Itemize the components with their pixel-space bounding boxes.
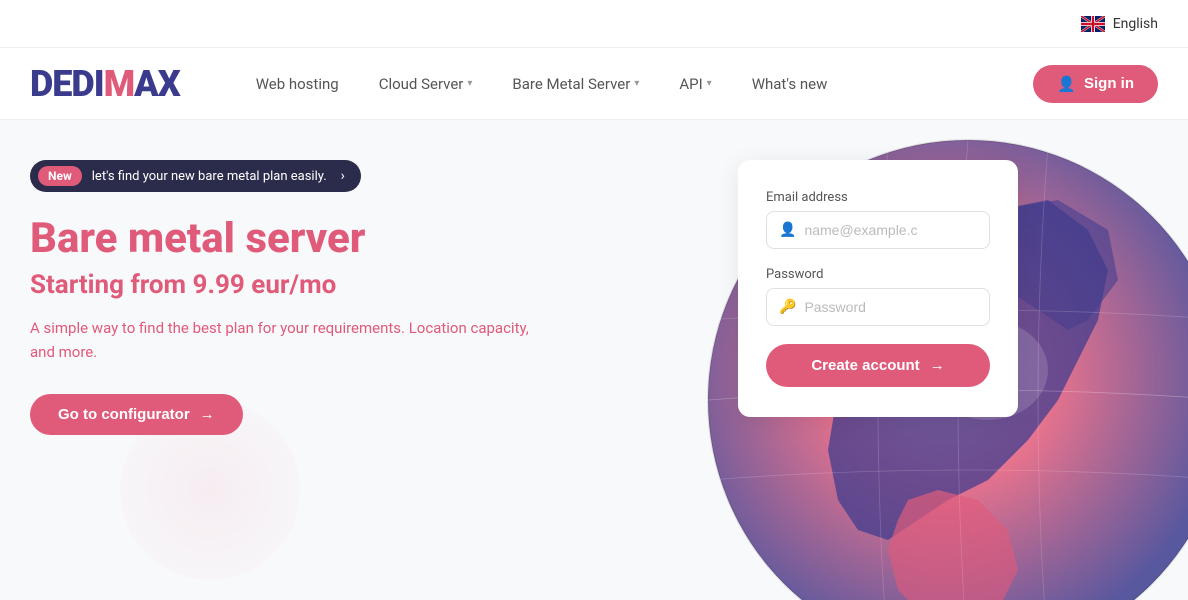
language-selector[interactable]: English — [1081, 16, 1158, 32]
new-badge-bar[interactable]: New let's find your new bare metal plan … — [30, 160, 361, 192]
create-account-label: Create account — [811, 357, 919, 374]
logo[interactable]: DEDIMAX — [30, 63, 180, 105]
hero-desc: A simple way to find the best plan for y… — [30, 316, 530, 364]
password-form-group: Password 🔑 — [766, 267, 990, 326]
logo-m: M — [104, 63, 135, 105]
nav-item-whats-new[interactable]: What's new — [736, 67, 844, 101]
person-icon: 👤 — [779, 222, 796, 238]
hero-title: Bare metal server — [30, 216, 698, 262]
person-icon: 👤 — [1057, 75, 1076, 93]
login-card: Email address 👤 Password 🔑 Create accoun… — [738, 160, 1018, 417]
chevron-down-icon: ▾ — [634, 78, 639, 89]
nav-item-bare-metal[interactable]: Bare Metal Server ▾ — [496, 67, 655, 101]
configurator-label: Go to configurator — [58, 406, 190, 423]
password-label: Password — [766, 267, 990, 282]
email-label: Email address — [766, 190, 990, 205]
main-content: New let's find your new bare metal plan … — [0, 120, 1188, 600]
navbar: DEDIMAX Web hosting Cloud Server ▾ Bare … — [0, 48, 1188, 120]
nav-item-web-hosting[interactable]: Web hosting — [240, 67, 355, 101]
email-form-group: Email address 👤 — [766, 190, 990, 249]
nav-item-api[interactable]: API ▾ — [663, 67, 727, 101]
email-input[interactable] — [804, 222, 977, 238]
sign-in-button[interactable]: 👤 Sign in — [1033, 65, 1158, 103]
language-label: English — [1113, 16, 1158, 32]
new-pill: New — [38, 166, 82, 186]
chevron-down-icon: ▾ — [707, 78, 712, 89]
hero-subtitle: Starting from 9.99 eur/mo — [30, 270, 698, 300]
create-account-button[interactable]: Create account → — [766, 344, 990, 387]
logo-ax: AX — [134, 63, 180, 105]
nav-links: Web hosting Cloud Server ▾ Bare Metal Se… — [240, 65, 1158, 103]
configurator-button[interactable]: Go to configurator → — [30, 394, 243, 435]
top-bar: English — [0, 0, 1188, 48]
arrow-icon: → — [930, 357, 945, 374]
badge-arrow-icon: › — [341, 168, 345, 184]
left-content: New let's find your new bare metal plan … — [30, 160, 738, 600]
flag-icon — [1081, 16, 1105, 32]
nav-item-cloud-server[interactable]: Cloud Server ▾ — [363, 67, 489, 101]
chevron-down-icon: ▾ — [467, 78, 472, 89]
email-input-wrapper: 👤 — [766, 211, 990, 249]
password-input-wrapper: 🔑 — [766, 288, 990, 326]
badge-text: let's find your new bare metal plan easi… — [92, 169, 327, 184]
hero-desc-text: A simple way to find the best plan for y… — [30, 319, 529, 337]
right-content: Email address 👤 Password 🔑 Create accoun… — [738, 160, 1158, 600]
password-input[interactable] — [804, 299, 977, 315]
hero-desc-highlight: and more. — [30, 343, 97, 361]
logo-dedi: DEDI — [30, 63, 104, 105]
lock-icon: 🔑 — [779, 299, 796, 315]
arrow-icon: → — [200, 406, 215, 423]
